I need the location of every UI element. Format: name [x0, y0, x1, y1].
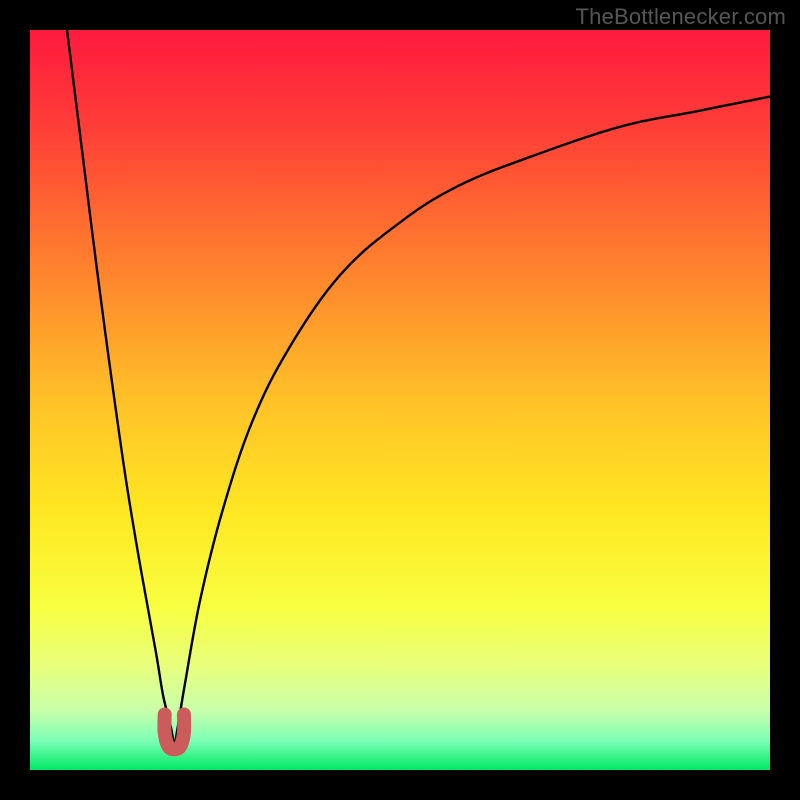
curve-layer: [30, 30, 770, 770]
chart-frame: TheBottlenecker.com: [0, 0, 800, 800]
watermark-text: TheBottlenecker.com: [576, 4, 786, 30]
plot-area: [30, 30, 770, 770]
bottleneck-curve: [67, 30, 770, 748]
optimum-marker: [164, 715, 184, 750]
